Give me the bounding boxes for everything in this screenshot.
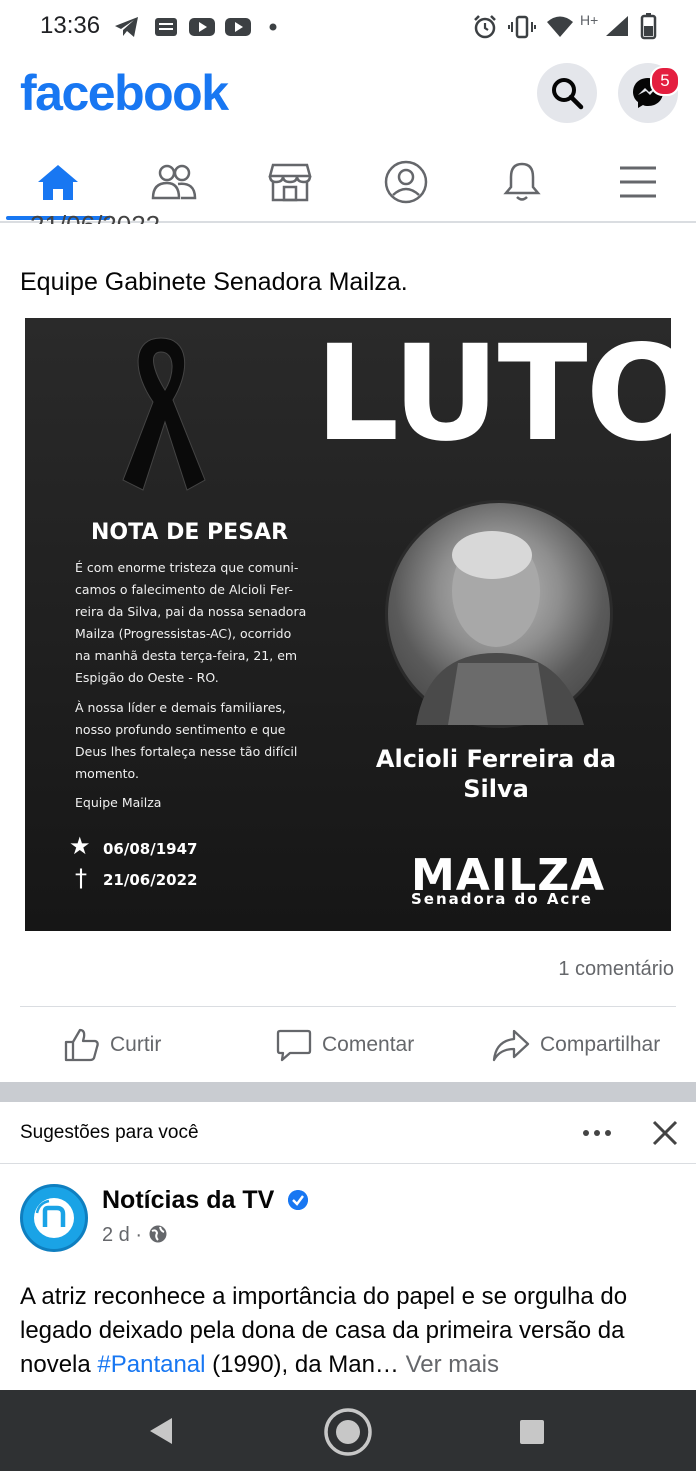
like-button[interactable]: Curtir <box>64 1028 161 1062</box>
search-button[interactable] <box>537 63 597 123</box>
battery-icon <box>640 13 657 40</box>
youtube-icon <box>189 18 215 36</box>
android-nav-bar <box>0 1390 696 1471</box>
note-line: momento. <box>75 766 139 781</box>
status-bar: 13:36 H+ <box>0 0 696 52</box>
like-label: Curtir <box>110 1033 162 1056</box>
note-line: camos o falecimento de Alcioli Fer- <box>75 582 293 597</box>
note-line: nosso profundo sentimento e que <box>75 722 286 737</box>
tab-menu[interactable] <box>580 152 696 212</box>
more-options-button[interactable] <box>580 1120 614 1151</box>
wifi-icon <box>547 16 573 37</box>
news-app-icon <box>155 18 177 36</box>
network-type: H+ <box>580 12 599 28</box>
bell-icon <box>503 162 541 201</box>
suggestions-divider <box>0 1163 696 1164</box>
post-time: 2 d · <box>102 1224 143 1246</box>
portrait-photo <box>385 500 613 728</box>
share-icon <box>492 1029 530 1062</box>
tab-friends[interactable] <box>116 152 232 212</box>
post-date: 21/06/2022 <box>30 210 160 224</box>
suggested-post-text: A atriz reconhece a importância do papel… <box>20 1280 680 1382</box>
marketplace-icon <box>268 163 312 202</box>
star-icon: ★ <box>69 832 91 860</box>
status-time: 13:36 <box>40 12 101 39</box>
suggestions-title: Sugestões para você <box>20 1122 199 1143</box>
share-label: Compartilhar <box>540 1033 661 1056</box>
more-notifications-icon <box>269 23 277 31</box>
home-nav-button[interactable] <box>322 1406 374 1458</box>
post-meta: 2 d · <box>102 1224 168 1247</box>
note-line: É com enorme tristeza que comuni- <box>75 560 299 575</box>
action-divider <box>20 1006 676 1007</box>
page-name[interactable]: Notícias da TV <box>102 1186 274 1215</box>
friends-icon <box>151 164 197 200</box>
tab-home[interactable] <box>0 152 116 212</box>
note-line: Espigão do Oeste - RO. <box>75 670 219 685</box>
messenger-badge: 5 <box>650 66 680 96</box>
comment-label: Comentar <box>322 1033 415 1056</box>
tab-profile[interactable] <box>348 152 464 212</box>
note-line: Mailza (Progressistas-AC), ocorrido <box>75 626 292 641</box>
post-text: Equipe Gabinete Senadora Mailza. <box>20 268 408 296</box>
comment-count[interactable]: 1 comentário <box>558 958 674 981</box>
vibrate-icon <box>508 15 536 39</box>
note-signature: Equipe Mailza <box>75 795 162 810</box>
tab-marketplace[interactable] <box>232 152 348 212</box>
close-icon <box>652 1120 678 1146</box>
signal-icon <box>606 16 628 36</box>
comment-button[interactable]: Comentar <box>276 1028 414 1062</box>
hashtag-link[interactable]: #Pantanal <box>97 1351 205 1378</box>
dismiss-suggestion-button[interactable] <box>650 1118 680 1153</box>
verified-badge-icon <box>288 1190 308 1210</box>
person-silhouette <box>416 531 584 725</box>
profile-icon <box>384 160 428 204</box>
person-name-line-2: Silva <box>463 775 529 803</box>
nota-de-pesar-title: NOTA DE PESAR <box>91 520 289 545</box>
cross-icon: † <box>75 864 87 892</box>
facebook-logo[interactable]: facebook <box>20 64 229 122</box>
noticias-logo-icon <box>34 1198 74 1238</box>
feed-separator <box>0 1082 696 1102</box>
comment-icon <box>276 1029 312 1062</box>
note-line: na manhã desta terça-feira, 21, em <box>75 648 298 663</box>
post-image[interactable]: LUTO NOTA DE PESAR É com enorme tristeza… <box>25 318 671 931</box>
globe-icon <box>149 1225 167 1243</box>
youtube-icon <box>225 18 251 36</box>
back-button[interactable] <box>146 1416 176 1446</box>
search-icon <box>552 78 584 110</box>
brand-subtitle: Senadora do Acre <box>411 890 593 908</box>
menu-icon <box>620 166 656 198</box>
thumbs-up-icon <box>64 1028 99 1062</box>
luto-headline: LUTO <box>315 318 671 471</box>
mourning-ribbon-icon <box>122 337 206 491</box>
home-icon <box>38 165 78 200</box>
birth-date: 06/08/1947 <box>103 840 198 858</box>
person-name: Alcioli Ferreira da Silva <box>365 744 627 804</box>
note-line: À nossa líder e demais familiares, <box>75 700 286 715</box>
note-line: reira da Silva, pai da nossa senadora <box>75 604 307 619</box>
person-name-line-1: Alcioli Ferreira da <box>375 745 617 773</box>
death-date: 21/06/2022 <box>103 871 198 889</box>
alarm-icon <box>474 15 496 39</box>
more-dots-icon <box>583 1130 611 1136</box>
page-avatar[interactable] <box>20 1184 88 1252</box>
recents-button[interactable] <box>518 1418 546 1446</box>
tab-notifications[interactable] <box>464 152 580 212</box>
share-button[interactable]: Compartilhar <box>492 1028 660 1062</box>
note-line: Deus lhes fortaleça nesse tão difícil <box>75 744 298 759</box>
telegram-icon <box>115 17 138 37</box>
post-body-text-end: (1990), da Man… <box>205 1351 399 1378</box>
see-more-link[interactable]: Ver mais <box>406 1351 499 1378</box>
